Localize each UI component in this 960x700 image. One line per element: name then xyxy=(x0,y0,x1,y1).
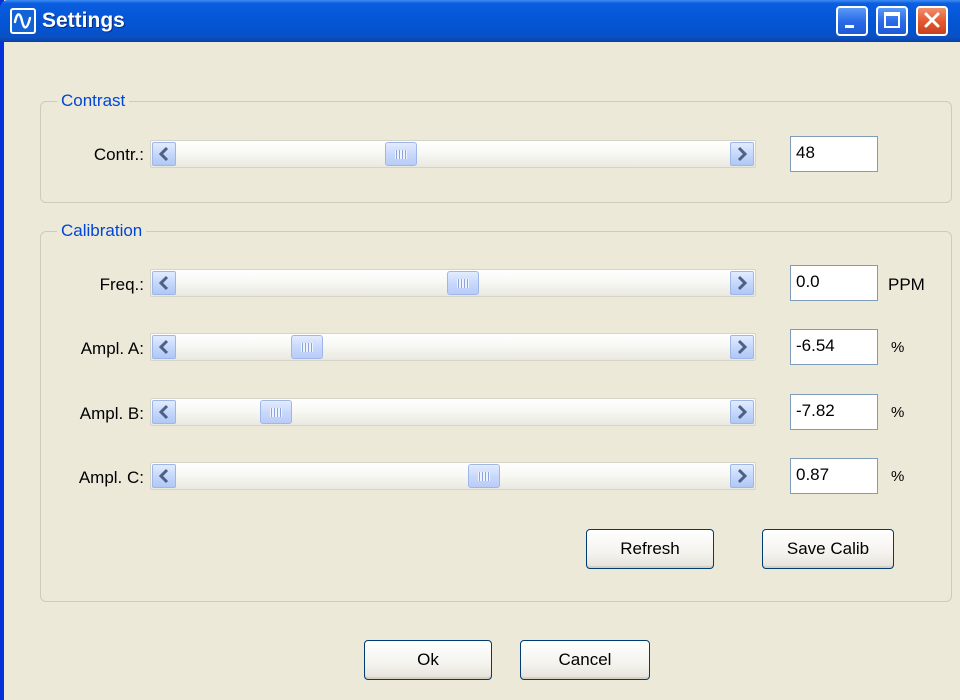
chevron-right-icon xyxy=(737,468,748,484)
freq-label: Freq.: xyxy=(99,275,144,294)
grip-icon xyxy=(270,408,283,417)
slider-thumb[interactable] xyxy=(291,335,324,359)
chevron-right-icon xyxy=(737,146,748,162)
slider-thumb[interactable] xyxy=(447,271,480,295)
slider-thumb[interactable] xyxy=(385,142,417,166)
close-button[interactable] xyxy=(916,6,948,36)
maximize-icon xyxy=(884,12,900,28)
ampl-a-label: Ampl. A: xyxy=(80,339,144,358)
refresh-button[interactable]: Refresh xyxy=(586,529,714,569)
scroll-right-button[interactable] xyxy=(730,142,754,166)
ampl-c-unit: % xyxy=(891,468,905,485)
freq-slider[interactable] xyxy=(150,269,756,297)
scroll-left-button[interactable] xyxy=(152,400,176,424)
title-bar[interactable]: Settings xyxy=(0,0,960,42)
grip-icon xyxy=(301,343,314,352)
scroll-left-button[interactable] xyxy=(152,142,176,166)
grip-icon xyxy=(457,279,470,288)
save-calib-button[interactable]: Save Calib xyxy=(762,529,894,569)
minimize-icon xyxy=(845,25,854,28)
minimize-button[interactable] xyxy=(836,6,868,36)
ampl-c-label: Ampl. C: xyxy=(78,468,144,487)
contrast-slider[interactable] xyxy=(150,140,756,168)
contrast-value-field[interactable]: 48 xyxy=(790,136,878,172)
chevron-right-icon xyxy=(737,339,748,355)
grip-icon xyxy=(395,150,407,159)
scroll-right-button[interactable] xyxy=(730,400,754,424)
chevron-right-icon xyxy=(737,275,748,291)
ampl-a-slider[interactable] xyxy=(150,333,756,361)
slider-thumb[interactable] xyxy=(260,400,293,424)
ampl-a-unit: % xyxy=(891,339,905,356)
maximize-button[interactable] xyxy=(876,6,908,36)
ampl-b-label: Ampl. B: xyxy=(79,404,144,423)
ampl-c-value-field[interactable]: 0.87 xyxy=(790,458,878,494)
ampl-b-value-field[interactable]: -7.82 xyxy=(790,394,878,430)
chevron-left-icon xyxy=(158,339,169,355)
contrast-label: Contr.: xyxy=(93,145,144,164)
grip-icon xyxy=(478,472,491,481)
cancel-button[interactable]: Cancel xyxy=(520,640,650,680)
freq-unit: PPM xyxy=(888,275,925,294)
chevron-left-icon xyxy=(158,468,169,484)
ampl-b-slider[interactable] xyxy=(150,398,756,426)
contrast-group-title: Contrast xyxy=(57,91,130,111)
ampl-b-unit: % xyxy=(891,404,905,421)
chevron-left-icon xyxy=(158,146,169,162)
window-title: Settings xyxy=(42,9,125,32)
scroll-right-button[interactable] xyxy=(730,464,754,488)
ok-button[interactable]: Ok xyxy=(364,640,492,680)
chevron-right-icon xyxy=(737,404,748,420)
scroll-left-button[interactable] xyxy=(152,335,176,359)
scroll-right-button[interactable] xyxy=(730,271,754,295)
slider-thumb[interactable] xyxy=(468,464,501,488)
calibration-group-title: Calibration xyxy=(57,221,147,241)
chevron-left-icon xyxy=(158,404,169,420)
scroll-left-button[interactable] xyxy=(152,271,176,295)
waveform-icon xyxy=(10,8,36,34)
chevron-left-icon xyxy=(158,275,169,291)
ampl-c-slider[interactable] xyxy=(150,462,756,490)
freq-value-field[interactable]: 0.0 xyxy=(790,265,878,301)
scroll-left-button[interactable] xyxy=(152,464,176,488)
ampl-a-value-field[interactable]: -6.54 xyxy=(790,329,878,365)
scroll-right-button[interactable] xyxy=(730,335,754,359)
settings-window: Settings Contrast Contr.: 48 Calibration… xyxy=(0,0,960,700)
close-icon xyxy=(924,12,940,28)
